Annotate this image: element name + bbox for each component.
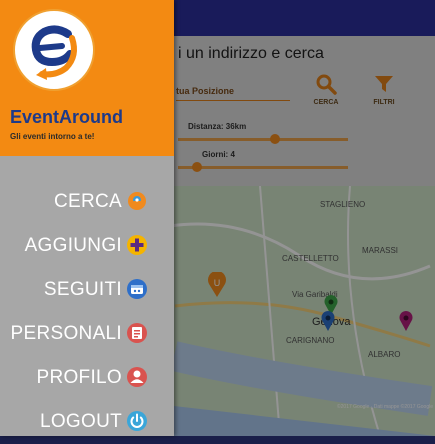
menu-label-seguiti: SEGUITI [43, 279, 122, 300]
menu-item-logout[interactable]: LOGOUT [0, 400, 174, 444]
profile-icon [127, 367, 147, 387]
eventaround-logo [12, 8, 96, 92]
menu-item-cerca[interactable]: CERCA [0, 180, 174, 224]
drawer-header: EventAround Gli eventi intorno a te! [0, 0, 174, 156]
followed-icon [127, 279, 147, 299]
logout-icon [127, 411, 147, 431]
logo-icon [13, 9, 95, 91]
plus-circle-icon [127, 235, 147, 255]
menu-label-profilo: PROFILO [36, 367, 122, 388]
brand-name: EventAround [10, 107, 124, 127]
search-location-icon [128, 192, 146, 210]
navigation-drawer: EventAround Gli eventi intorno a te! CER… [0, 0, 174, 436]
menu-item-personali[interactable]: PERSONALI [0, 312, 174, 356]
menu-item-profilo[interactable]: PROFILO [0, 356, 174, 400]
menu-label-logout: LOGOUT [39, 411, 122, 432]
brand-tagline: Gli eventi intorno a te! [10, 132, 95, 141]
menu-item-aggiungi[interactable]: AGGIUNGI [0, 224, 174, 268]
menu-label-aggiungi: AGGIUNGI [24, 235, 122, 256]
menu-item-seguiti[interactable]: SEGUITI [0, 268, 174, 312]
personal-events-icon [127, 323, 147, 343]
menu-label-personali: PERSONALI [10, 323, 122, 344]
menu-label-cerca: CERCA [53, 191, 122, 212]
